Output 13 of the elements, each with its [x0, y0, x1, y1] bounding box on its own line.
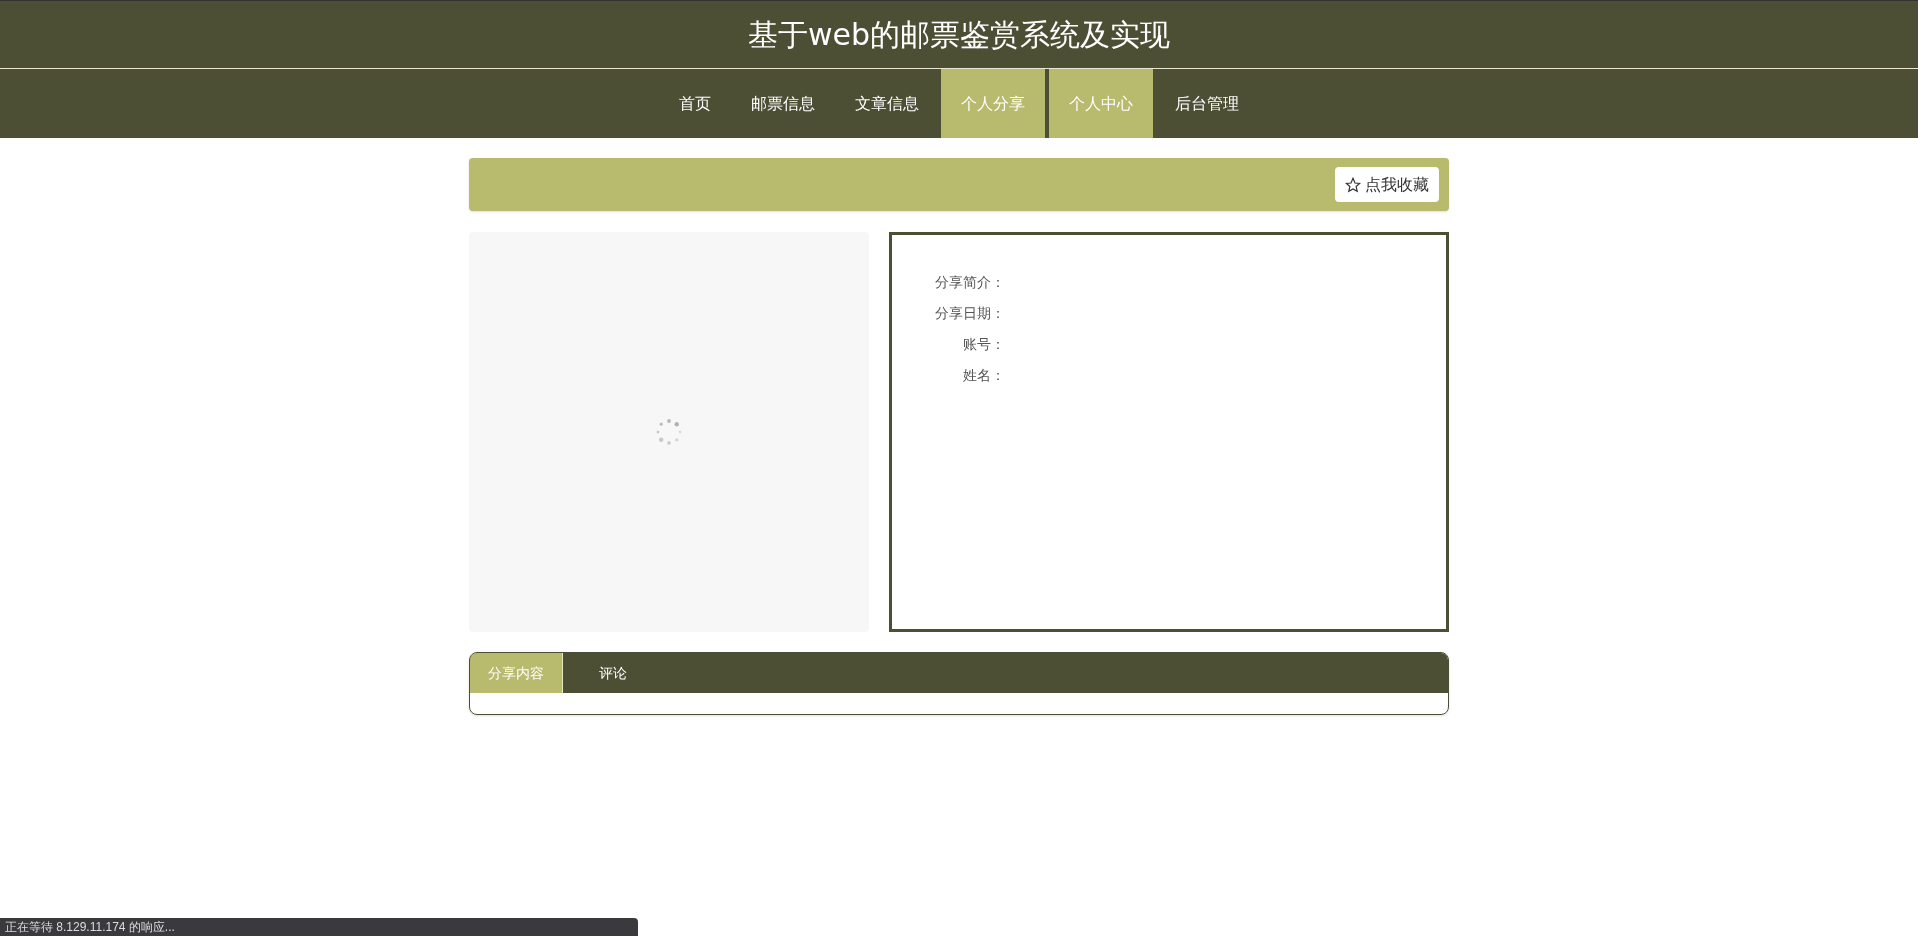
nav-link[interactable]: 邮票信息	[731, 69, 835, 138]
detail-label: 姓名：	[962, 366, 1005, 385]
detail-label: 分享简介：	[934, 273, 1005, 292]
site-title: 基于web的邮票鉴赏系统及实现	[747, 16, 1170, 54]
nav-link[interactable]: 首页	[659, 69, 731, 138]
detail-label: 账号：	[962, 335, 1005, 354]
favorite-button[interactable]: 点我收藏	[1335, 167, 1439, 202]
tab[interactable]: 评论	[563, 653, 663, 693]
detail-label: 分享日期：	[934, 304, 1005, 323]
star-icon	[1345, 176, 1361, 193]
nav-link[interactable]: 文章信息	[835, 69, 939, 138]
nav-link[interactable]: 后台管理	[1155, 69, 1259, 138]
status-text: 正在等待 8.129.11.174 的响应...	[5, 919, 175, 936]
